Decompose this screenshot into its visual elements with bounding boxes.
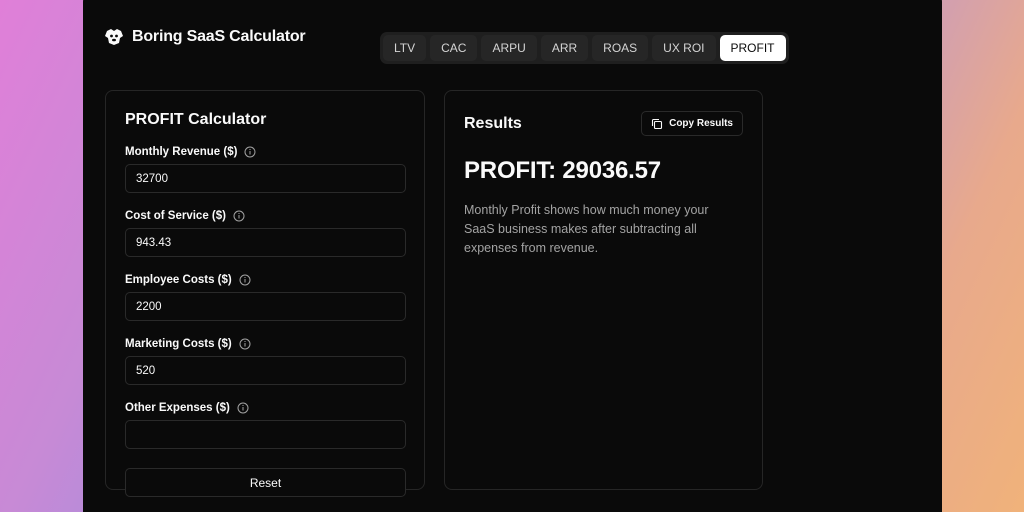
- tab-profit[interactable]: PROFIT: [719, 35, 786, 61]
- tab-ltv[interactable]: LTV: [383, 35, 427, 61]
- cost-of-service-input[interactable]: [125, 228, 406, 257]
- info-circle-icon[interactable]: [239, 274, 251, 286]
- tab-ux-roi[interactable]: UX ROI: [652, 35, 716, 61]
- field-other-expenses: Other Expenses ($): [125, 401, 406, 449]
- calculator-card: PROFIT Calculator Monthly Revenue ($) Co…: [105, 90, 425, 497]
- tab-arr[interactable]: ARR: [540, 35, 589, 61]
- field-employee-costs: Employee Costs ($): [125, 273, 406, 321]
- info-circle-icon[interactable]: [237, 402, 249, 414]
- copy-icon: [651, 118, 663, 130]
- tab-arpu[interactable]: ARPU: [481, 35, 537, 61]
- monthly-revenue-input[interactable]: [125, 164, 406, 193]
- app-name: Boring SaaS Calculator: [132, 28, 306, 45]
- marketing-costs-input[interactable]: [125, 356, 406, 385]
- tab-roas[interactable]: ROAS: [592, 35, 649, 61]
- info-circle-icon[interactable]: [244, 146, 256, 158]
- field-cost-of-service: Cost of Service ($): [125, 209, 406, 257]
- calculator-title: PROFIT Calculator: [125, 111, 267, 128]
- copy-results-label: Copy Results: [669, 118, 733, 129]
- tab-cac[interactable]: CAC: [430, 35, 478, 61]
- info-circle-icon[interactable]: [239, 338, 251, 350]
- field-label: Marketing Costs ($): [125, 338, 232, 350]
- field-label: Other Expenses ($): [125, 402, 230, 414]
- field-label: Employee Costs ($): [125, 274, 232, 286]
- result-description: Monthly Profit shows how much money your…: [464, 203, 709, 255]
- reset-button[interactable]: Reset: [125, 468, 406, 497]
- calculator-tabs: LTV CAC ARPU ARR ROAS UX ROI PROFIT: [380, 32, 789, 64]
- other-expenses-input[interactable]: [125, 420, 406, 449]
- copy-results-button[interactable]: Copy Results: [641, 111, 743, 136]
- results-card: Results Copy Results PROFIT: 29036.57 Mo…: [444, 90, 763, 490]
- results-title: Results: [464, 114, 522, 132]
- info-circle-icon[interactable]: [233, 210, 245, 222]
- field-marketing-costs: Marketing Costs ($): [125, 337, 406, 385]
- dog-logo-icon: [104, 27, 124, 47]
- field-label: Cost of Service ($): [125, 210, 226, 222]
- field-label: Monthly Revenue ($): [125, 146, 238, 158]
- brand[interactable]: Boring SaaS Calculator: [104, 27, 306, 47]
- employee-costs-input[interactable]: [125, 292, 406, 321]
- field-monthly-revenue: Monthly Revenue ($): [125, 145, 406, 193]
- profit-result-value: PROFIT: 29036.57: [464, 157, 661, 184]
